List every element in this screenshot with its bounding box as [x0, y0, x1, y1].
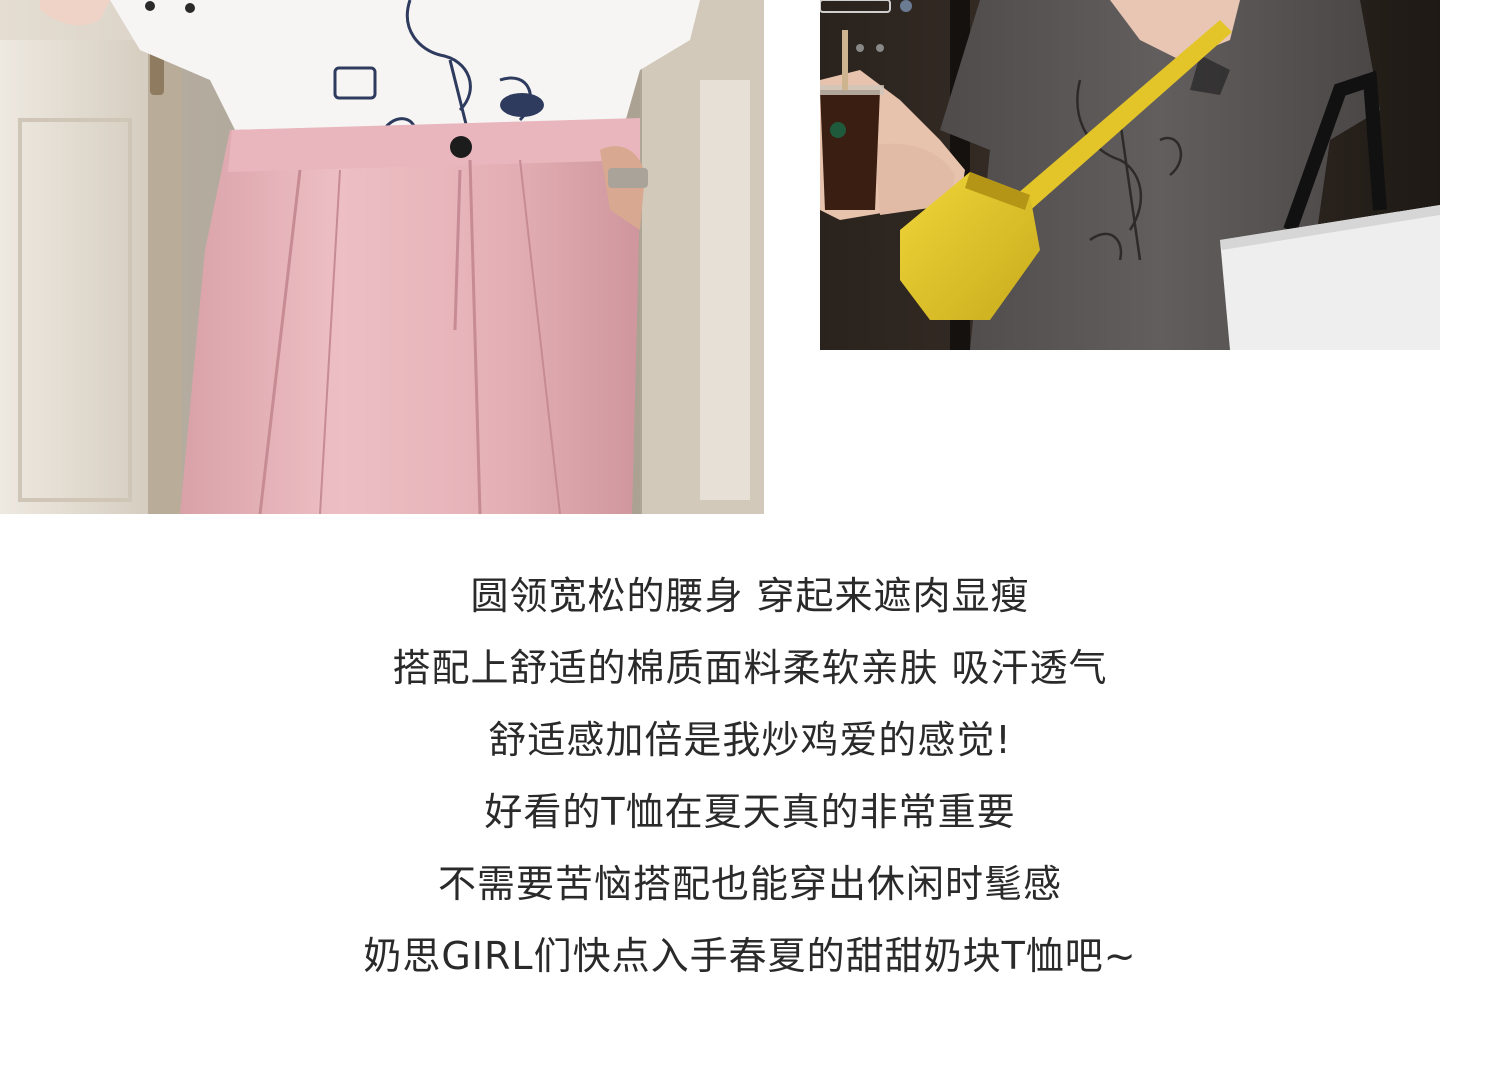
product-description: 圆领宽松的腰身 穿起来遮肉显瘦 搭配上舒适的棉质面料柔软亲肤 吸汗透气 舒适感加…	[0, 560, 1500, 992]
description-line-5: 不需要苦恼搭配也能穿出休闲时髦感	[437, 862, 1062, 906]
description-line-2: 搭配上舒适的棉质面料柔软亲肤 吸汗透气	[392, 646, 1108, 690]
photo-gray-tee-illustration	[820, 0, 1440, 350]
product-photo-gray-tee	[820, 0, 1440, 350]
photo-pink-pants-illustration	[0, 0, 764, 514]
product-photo-pink-pants	[0, 0, 764, 514]
description-line-6: 奶思GIRL们快点入手春夏的甜甜奶块T恤吧~	[363, 934, 1137, 978]
description-line-1: 圆领宽松的腰身 穿起来遮肉显瘦	[470, 574, 1030, 618]
description-line-3: 舒适感加倍是我炒鸡爱的感觉!	[488, 718, 1012, 762]
description-line-4: 好看的T恤在夏天真的非常重要	[484, 790, 1016, 834]
